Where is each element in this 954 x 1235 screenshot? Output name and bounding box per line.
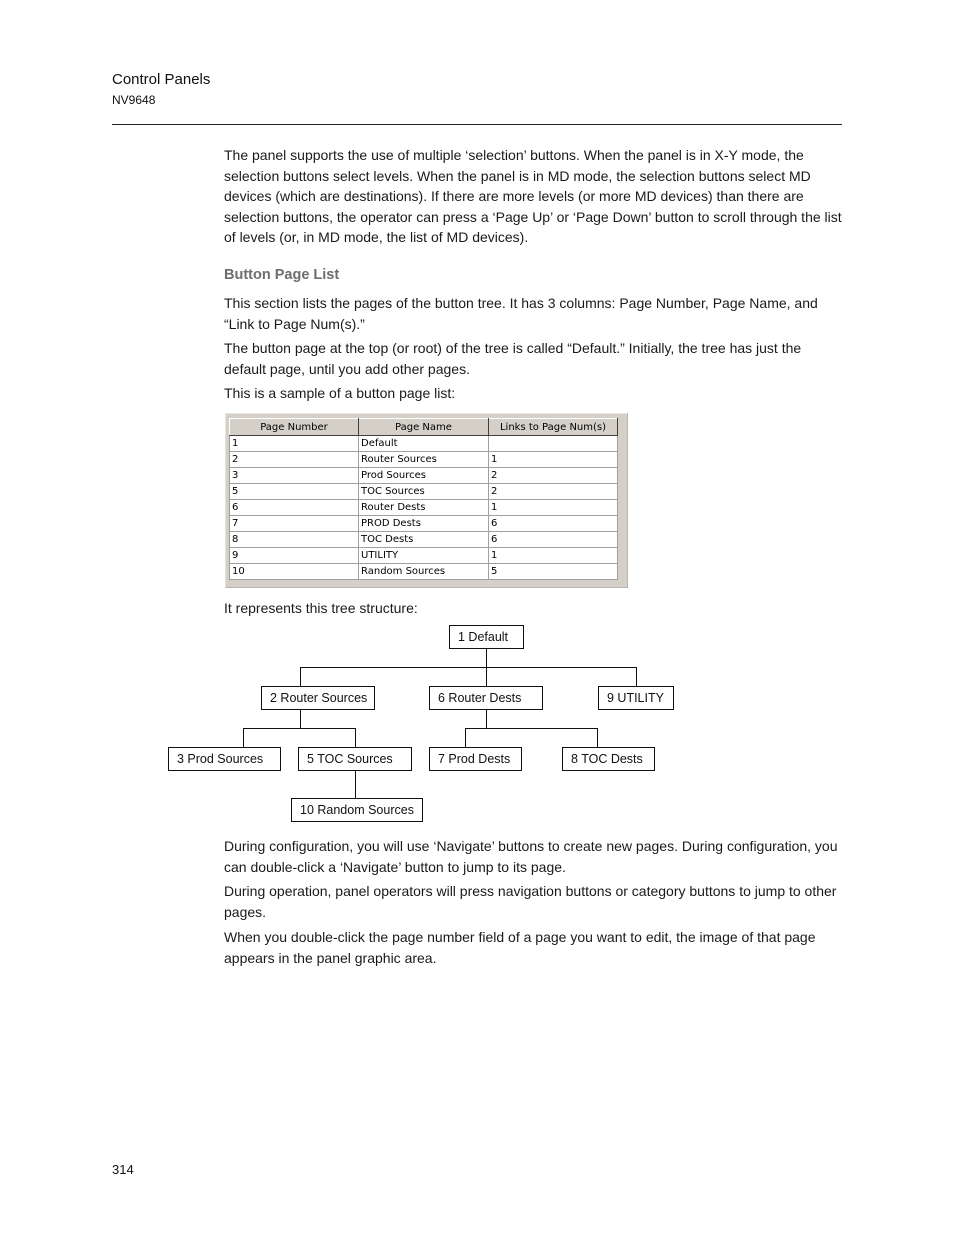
table-header-row: Page Number Page Name Links to Page Num(… bbox=[229, 418, 618, 436]
connector-line bbox=[486, 649, 487, 667]
tree-node-2: 2 Router Sources bbox=[261, 686, 375, 710]
configuration-paragraph: During configuration, you will use ‘Navi… bbox=[224, 838, 838, 875]
tree-node-8: 8 TOC Dests bbox=[562, 747, 655, 771]
tree-intro-paragraph: It represents this tree structure: bbox=[224, 600, 418, 616]
connector-line bbox=[465, 728, 466, 748]
connector-line bbox=[300, 710, 301, 728]
cell-page-name[interactable]: PROD Dests bbox=[358, 515, 489, 532]
connector-line bbox=[355, 771, 356, 799]
header-divider bbox=[112, 124, 842, 125]
table-row[interactable]: 2 Router Sources 1 bbox=[229, 451, 618, 468]
cell-page-number[interactable]: 2 bbox=[229, 451, 359, 468]
connector-line bbox=[243, 728, 356, 729]
cell-links[interactable]: 6 bbox=[488, 515, 618, 532]
cell-page-name[interactable]: Router Dests bbox=[358, 499, 489, 516]
tree-node-6: 6 Router Dests bbox=[429, 686, 543, 710]
cell-page-number[interactable]: 5 bbox=[229, 483, 359, 500]
table-row[interactable]: 5 TOC Sources 2 bbox=[229, 483, 618, 500]
cell-page-number[interactable]: 6 bbox=[229, 499, 359, 516]
intro-paragraph: The panel supports the use of multiple ‘… bbox=[224, 147, 842, 245]
cell-links[interactable]: 1 bbox=[488, 451, 618, 468]
connector-line bbox=[636, 667, 637, 687]
cell-links[interactable]: 5 bbox=[488, 563, 618, 580]
page-list-table-screenshot: Page Number Page Name Links to Page Num(… bbox=[225, 413, 628, 588]
cell-links[interactable]: 2 bbox=[488, 467, 618, 484]
table-row[interactable]: 3 Prod Sources 2 bbox=[229, 467, 618, 484]
tree-node-5: 5 TOC Sources bbox=[298, 747, 412, 771]
operation-paragraph: During operation, panel operators will p… bbox=[224, 883, 837, 920]
cell-links[interactable]: 6 bbox=[488, 531, 618, 548]
table-row[interactable]: 6 Router Dests 1 bbox=[229, 499, 618, 516]
tree-node-10: 10 Random Sources bbox=[291, 798, 423, 822]
cell-page-name[interactable]: Random Sources bbox=[358, 563, 489, 580]
cell-page-name[interactable]: TOC Dests bbox=[358, 531, 489, 548]
connector-line bbox=[486, 667, 487, 687]
tree-node-7: 7 Prod Dests bbox=[429, 747, 522, 771]
cell-links[interactable]: 2 bbox=[488, 483, 618, 500]
column-header-links[interactable]: Links to Page Num(s) bbox=[488, 418, 618, 436]
cell-page-number[interactable]: 9 bbox=[229, 547, 359, 564]
connector-line bbox=[300, 667, 301, 687]
page-number: 314 bbox=[112, 1162, 134, 1177]
table-row[interactable]: 10 Random Sources 5 bbox=[229, 563, 618, 580]
header-title: Control Panels bbox=[112, 71, 211, 88]
column-header-page-name[interactable]: Page Name bbox=[358, 418, 489, 436]
cell-page-number[interactable]: 10 bbox=[229, 563, 359, 580]
header-subtitle: NV9648 bbox=[112, 93, 156, 107]
connector-line bbox=[486, 710, 487, 728]
connector-line bbox=[243, 728, 244, 748]
table-row[interactable]: 9 UTILITY 1 bbox=[229, 547, 618, 564]
cell-page-number[interactable]: 1 bbox=[229, 435, 359, 452]
table-row[interactable]: 1 Default bbox=[229, 435, 618, 452]
cell-page-name[interactable]: UTILITY bbox=[358, 547, 489, 564]
cell-page-name[interactable]: Router Sources bbox=[358, 451, 489, 468]
tree-node-9: 9 UTILITY bbox=[598, 686, 674, 710]
cell-page-name[interactable]: TOC Sources bbox=[358, 483, 489, 500]
column-header-page-number[interactable]: Page Number bbox=[229, 418, 359, 436]
section-paragraph-3: This is a sample of a button page list: bbox=[224, 385, 456, 401]
cell-links[interactable] bbox=[488, 435, 618, 452]
section-heading: Button Page List bbox=[224, 267, 340, 283]
tree-node-1: 1 Default bbox=[449, 625, 524, 649]
table-row[interactable]: 7 PROD Dests 6 bbox=[229, 515, 618, 532]
cell-page-number[interactable]: 7 bbox=[229, 515, 359, 532]
section-paragraph-2: The button page at the top (or root) of … bbox=[224, 340, 802, 377]
cell-page-number[interactable]: 8 bbox=[229, 531, 359, 548]
connector-line bbox=[465, 728, 598, 729]
cell-page-name[interactable]: Prod Sources bbox=[358, 467, 489, 484]
tree-node-3: 3 Prod Sources bbox=[168, 747, 281, 771]
cell-page-number[interactable]: 3 bbox=[229, 467, 359, 484]
page-list-table: Page Number Page Name Links to Page Num(… bbox=[229, 418, 618, 580]
cell-links[interactable]: 1 bbox=[488, 499, 618, 516]
table-row[interactable]: 8 TOC Dests 6 bbox=[229, 531, 618, 548]
connector-line bbox=[355, 728, 356, 748]
cell-page-name[interactable]: Default bbox=[358, 435, 489, 452]
cell-links[interactable]: 1 bbox=[488, 547, 618, 564]
connector-line bbox=[597, 728, 598, 748]
connector-line bbox=[300, 667, 637, 668]
section-paragraph-1: This section lists the pages of the butt… bbox=[224, 295, 818, 332]
edit-paragraph: When you double-click the page number fi… bbox=[224, 929, 816, 966]
